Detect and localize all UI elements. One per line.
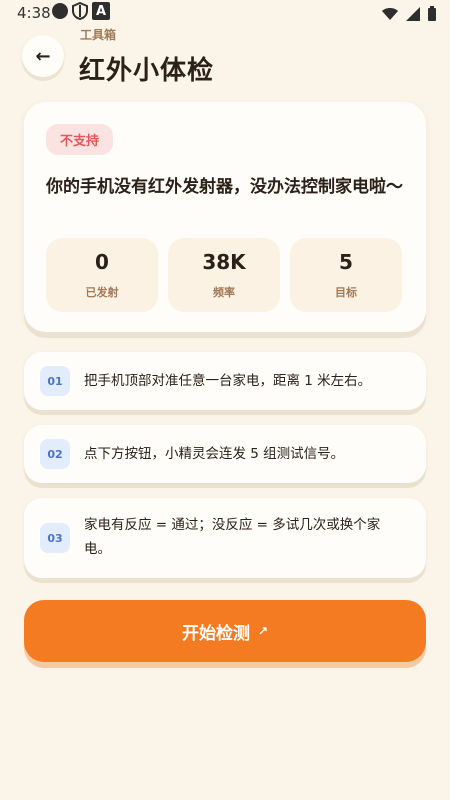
- screen: 4:38 A ← 工具箱 红外小体检 不支持 你的手机没有红外发射器，没办法控制…: [0, 0, 450, 800]
- status-card: 不支持 你的手机没有红外发射器，没办法控制家电啦〜 0 已发射 38K 频率 5…: [24, 102, 426, 332]
- status-message: 你的手机没有红外发射器，没办法控制家电啦〜: [46, 177, 403, 197]
- wifi-icon: [382, 6, 398, 25]
- step-card-1: 01 把手机顶部对准任意一台家电，距离 1 米左右。: [24, 352, 426, 410]
- stat-frequency: 38K 频率: [168, 238, 280, 312]
- status-badge: 不支持: [46, 124, 114, 155]
- arrow-up-right-icon: ↗: [257, 624, 269, 638]
- signal-icon: [406, 6, 420, 25]
- step-text: 点下方按钮，小精灵会连发 5 组测试信号。: [84, 446, 345, 462]
- stat-label: 频率: [213, 286, 235, 299]
- step-card-3: 03 家电有反应 = 通过；没反应 = 多试几次或换个家电。: [24, 498, 426, 578]
- back-arrow-icon: ←: [35, 45, 51, 67]
- back-button[interactable]: ←: [22, 35, 64, 77]
- notification-dot-icon: [52, 3, 68, 19]
- page-title: 红外小体检: [79, 56, 215, 86]
- stat-label: 已发射: [85, 286, 119, 299]
- start-test-button[interactable]: 开始检测 ↗: [24, 600, 426, 662]
- notification-icons: A: [52, 1, 110, 21]
- stat-target: 5 目标: [290, 238, 402, 312]
- stat-sent: 0 已发射: [46, 238, 158, 312]
- stat-label: 目标: [335, 286, 357, 299]
- step-card-2: 02 点下方按钮，小精灵会连发 5 组测试信号。: [24, 425, 426, 483]
- step-text: 家电有反应 = 通过；没反应 = 多试几次或换个家电。: [84, 517, 381, 557]
- stats-row: 0 已发射 38K 频率 5 目标: [46, 238, 402, 312]
- breadcrumb: 工具箱: [80, 28, 117, 42]
- system-icons: [382, 6, 436, 25]
- step-number: 01: [40, 366, 70, 396]
- status-time: 4:38: [17, 4, 51, 22]
- shield-icon: [72, 1, 88, 21]
- stat-value: 38K: [202, 250, 246, 274]
- start-button-label: 开始检测: [181, 623, 250, 644]
- status-bar: 4:38 A: [0, 0, 450, 28]
- battery-icon: [428, 6, 436, 25]
- step-number: 02: [40, 439, 70, 469]
- step-number: 03: [40, 523, 70, 553]
- app-notification-icon: A: [92, 2, 110, 20]
- stat-value: 5: [339, 250, 353, 274]
- stat-value: 0: [95, 250, 109, 274]
- step-text: 把手机顶部对准任意一台家电，距离 1 米左右。: [84, 373, 372, 389]
